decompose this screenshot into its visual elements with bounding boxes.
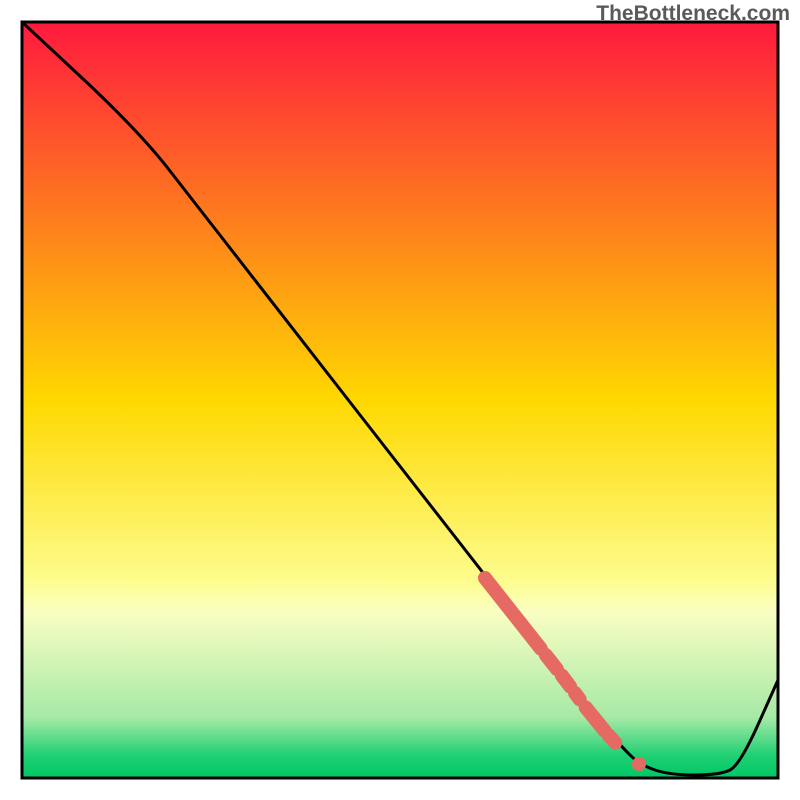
plot-background bbox=[22, 22, 778, 778]
highlight-dot bbox=[632, 757, 646, 771]
highlight-dots bbox=[632, 757, 646, 771]
chart-svg bbox=[0, 0, 800, 800]
attribution-label: TheBottleneck.com bbox=[596, 2, 790, 26]
bottleneck-chart: TheBottleneck.com bbox=[0, 0, 800, 800]
